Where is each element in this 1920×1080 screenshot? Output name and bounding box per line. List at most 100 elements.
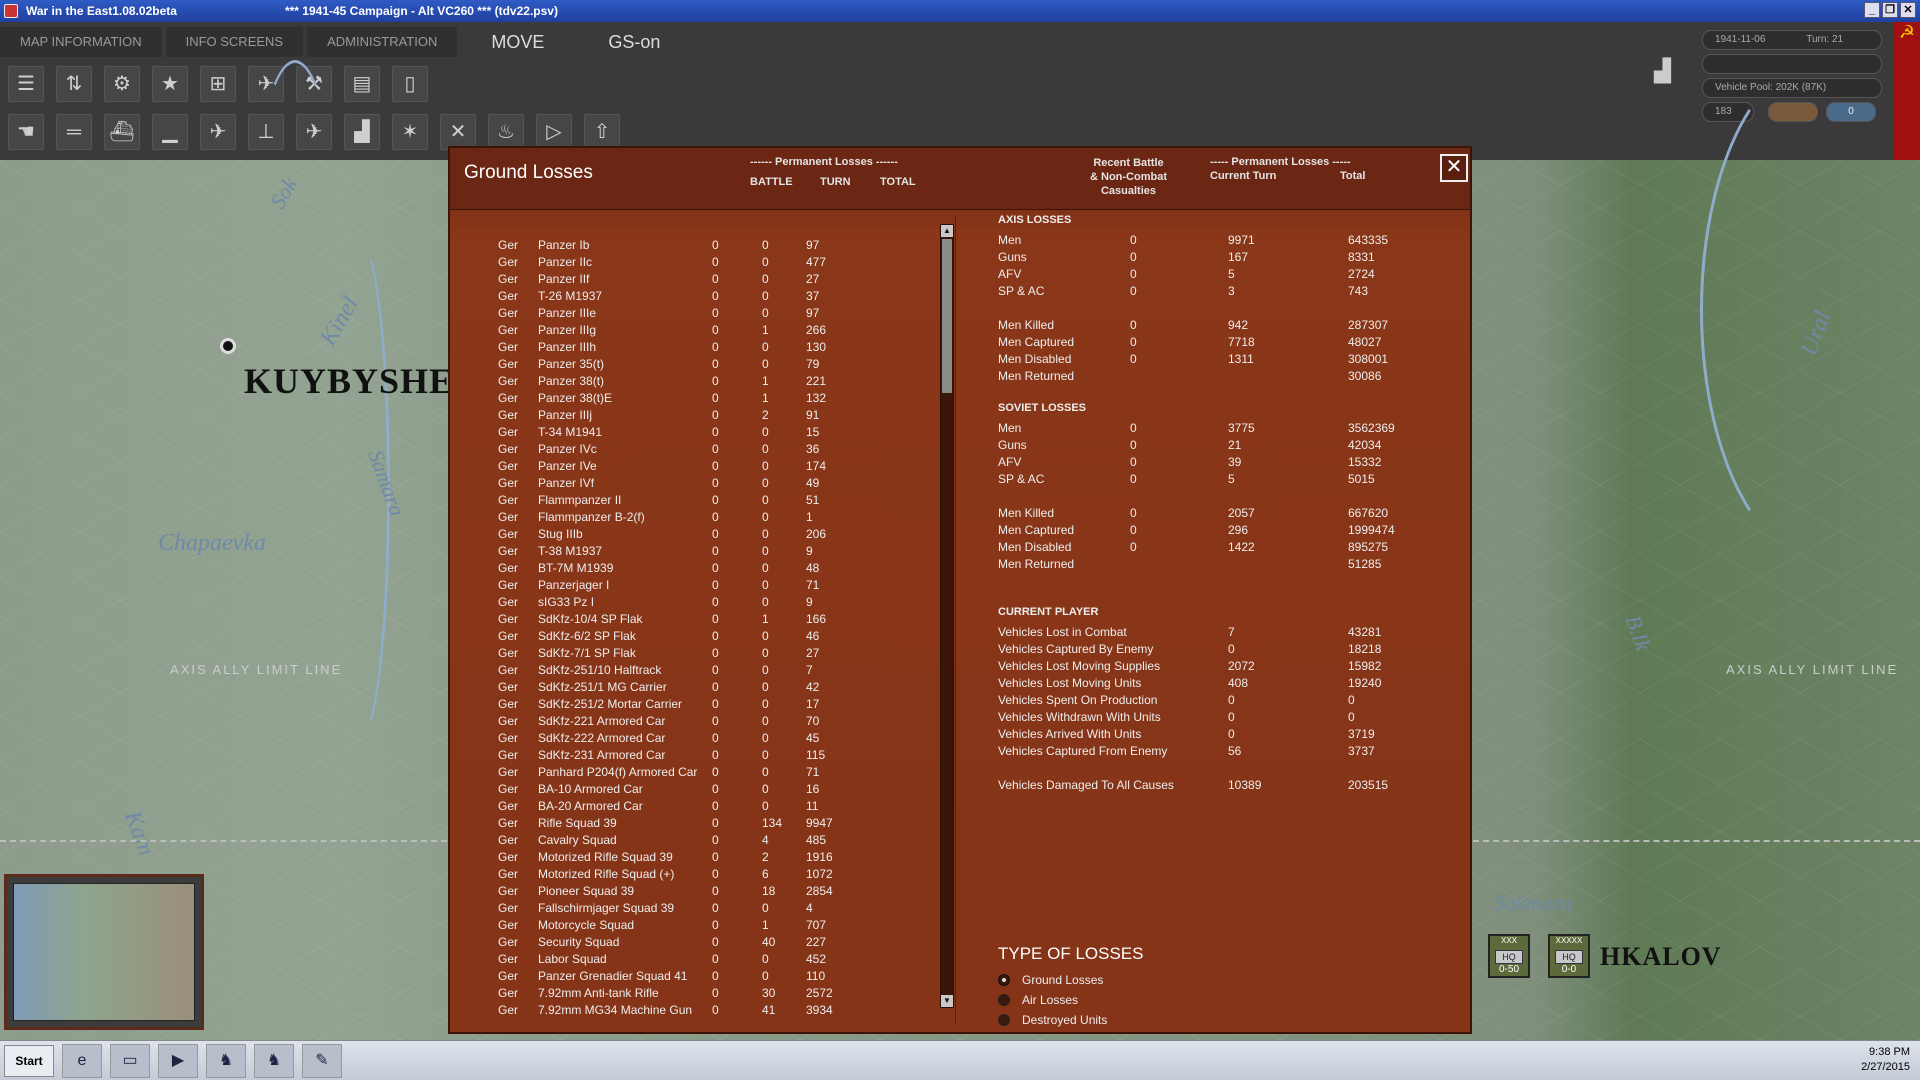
table-row[interactable]: Ger Pioneer Squad 39 0 18 2854 xyxy=(456,884,936,901)
f2-train-icon[interactable]: ═ xyxy=(56,114,92,150)
table-row[interactable]: Ger Stug IIIb 0 0 206 xyxy=(456,527,936,544)
scroll-thumb[interactable] xyxy=(942,239,952,393)
table-row[interactable]: Ger Panzer 38(t) 0 1 221 xyxy=(456,374,936,391)
f8-factory-icon[interactable]: ▟ xyxy=(344,114,380,150)
game-taskbar-icon[interactable]: ♞ xyxy=(254,1043,294,1078)
table-row[interactable]: Ger Panzer IIIg 0 1 266 xyxy=(456,323,936,340)
stat-row: Guns 0 21 42034 xyxy=(998,438,1418,455)
game-taskbar-icon[interactable]: ♞ xyxy=(206,1043,246,1078)
table-row[interactable]: Ger Panzer IVf 0 0 49 xyxy=(456,476,936,493)
menu-info-screens[interactable]: INFO SCREENS xyxy=(165,27,304,57)
table-row[interactable]: Ger SdKfz-7/1 SP Flak 0 0 27 xyxy=(456,646,936,663)
radar-icon[interactable]: ⊞ xyxy=(200,66,236,102)
table-row[interactable]: Ger Fallschirmjager Squad 39 0 0 4 xyxy=(456,901,936,918)
menu-map-information[interactable]: MAP INFORMATION xyxy=(0,27,162,57)
scrollbar[interactable]: ▲ ▼ xyxy=(940,224,954,1008)
table-row[interactable]: Ger 7.92mm Anti-tank Rifle 0 30 2572 xyxy=(456,986,936,1003)
table-row[interactable]: Ger SdKfz-10/4 SP Flak 0 1 166 xyxy=(456,612,936,629)
table-row[interactable]: Ger SdKfz-6/2 SP Flak 0 0 46 xyxy=(456,629,936,646)
table-row[interactable]: Ger Flammpanzer II 0 0 51 xyxy=(456,493,936,510)
f3-ship-icon[interactable]: ⛴ xyxy=(104,114,140,150)
stack-icon[interactable]: ☰ xyxy=(8,66,44,102)
close-dialog-button[interactable]: ✕ xyxy=(1440,154,1468,182)
table-row[interactable]: Ger 7.92mm MG34 Machine Gun 0 41 3934 xyxy=(456,1003,936,1020)
table-row[interactable]: Ger Panzer IIIj 0 2 91 xyxy=(456,408,936,425)
upload-icon[interactable]: ⇧ xyxy=(584,114,620,150)
table-row[interactable]: Ger Security Squad 0 40 227 xyxy=(456,935,936,952)
start-button[interactable]: Start xyxy=(4,1044,54,1077)
folder-icon[interactable]: ▭ xyxy=(110,1043,150,1078)
minimap-view[interactable] xyxy=(13,883,195,1021)
table-row[interactable]: Ger Cavalry Squad 0 4 485 xyxy=(456,833,936,850)
restore-button[interactable]: ❐ xyxy=(1882,2,1898,18)
table-row[interactable]: Ger sIG33 Pz I 0 0 9 xyxy=(456,595,936,612)
hq-unit-counter[interactable]: XXX HQ 0-50 xyxy=(1488,934,1530,978)
unit-name-cell: Panzer IIc xyxy=(538,255,593,269)
f4-sea-icon[interactable]: ▁ xyxy=(152,114,188,150)
table-row[interactable]: Ger Motorized Rifle Squad 39 0 2 1916 xyxy=(456,850,936,867)
table-row[interactable]: Ger T-26 M1937 0 0 37 xyxy=(456,289,936,306)
table-row[interactable]: Ger BA-20 Armored Car 0 0 11 xyxy=(456,799,936,816)
radio-icon[interactable] xyxy=(998,1014,1010,1026)
table-row[interactable]: Ger Panhard P204(f) Armored Car 0 0 71 xyxy=(456,765,936,782)
paint-icon[interactable]: ✎ xyxy=(302,1043,342,1078)
table-row[interactable]: Ger Motorcycle Squad 0 1 707 xyxy=(456,918,936,935)
table-row[interactable]: Ger SdKfz-251/2 Mortar Carrier 0 0 17 xyxy=(456,697,936,714)
minimap[interactable] xyxy=(4,874,204,1030)
table-row[interactable]: Ger Panzer Grenadier Squad 41 0 0 110 xyxy=(456,969,936,986)
table-row[interactable]: Ger Panzer IIIh 0 0 130 xyxy=(456,340,936,357)
browser-icon[interactable]: e xyxy=(62,1043,102,1078)
menu-administration[interactable]: ADMINISTRATION xyxy=(307,27,458,57)
table-row[interactable]: Ger Flammpanzer B-2(f) 0 0 1 xyxy=(456,510,936,527)
radio-destroyed-units[interactable]: Destroyed Units xyxy=(998,1011,1107,1029)
table-row[interactable]: Ger Panzer IVe 0 0 174 xyxy=(456,459,936,476)
table-row[interactable]: Ger SdKfz-251/1 MG Carrier 0 0 42 xyxy=(456,680,936,697)
radio-ground-losses[interactable]: Ground Losses xyxy=(998,971,1103,989)
chart-icon[interactable]: ▟ xyxy=(1654,58,1688,88)
scroll-down-arrow-icon[interactable]: ▼ xyxy=(941,995,953,1007)
units-icon[interactable]: ⇅ xyxy=(56,66,92,102)
table-row[interactable]: Ger BT-7M M1939 0 0 48 xyxy=(456,561,936,578)
table-row[interactable]: Ger Panzer IVc 0 0 36 xyxy=(456,442,936,459)
media-icon[interactable]: ▶ xyxy=(158,1043,198,1078)
recent-value: 0 xyxy=(1130,233,1137,247)
close-window-button[interactable]: ✕ xyxy=(1900,2,1916,18)
f1-hand-icon[interactable]: ☚ xyxy=(8,114,44,150)
hq-symbol: HQ xyxy=(1495,950,1523,964)
minimize-button[interactable]: _ xyxy=(1864,2,1880,18)
gs-toggle-button[interactable]: GS-on xyxy=(578,27,690,57)
table-row[interactable]: Ger T-38 M1937 0 0 9 xyxy=(456,544,936,561)
table-row[interactable]: Ger SdKfz-231 Armored Car 0 0 115 xyxy=(456,748,936,765)
table-row[interactable]: Ger Rifle Squad 39 0 134 9947 xyxy=(456,816,936,833)
table-row[interactable]: Ger Panzer 38(t)E 0 1 132 xyxy=(456,391,936,408)
f10-recon-icon[interactable]: ✕ xyxy=(440,114,476,150)
f11-fire-icon[interactable]: ♨ xyxy=(488,114,524,150)
table-row[interactable]: Ger Labor Squad 0 0 452 xyxy=(456,952,936,969)
table-row[interactable]: Ger Panzer IIc 0 0 477 xyxy=(456,255,936,272)
table-row[interactable]: Ger BA-10 Armored Car 0 0 16 xyxy=(456,782,936,799)
table-row[interactable]: Ger Panzer IIIe 0 0 97 xyxy=(456,306,936,323)
table-row[interactable]: Ger Panzer 35(t) 0 0 79 xyxy=(456,357,936,374)
radio-selected-icon[interactable] xyxy=(998,974,1010,986)
table-row[interactable]: Ger T-34 M1941 0 0 15 xyxy=(456,425,936,442)
table-row[interactable]: Ger Motorized Rifle Squad (+) 0 6 1072 xyxy=(456,867,936,884)
table-row[interactable]: Ger Panzer IIf 0 0 27 xyxy=(456,272,936,289)
hq-unit-counter[interactable]: XXXXX HQ 0-0 xyxy=(1548,934,1590,978)
f5-air-icon[interactable]: ✈ xyxy=(200,114,236,150)
city-marker[interactable] xyxy=(220,338,236,354)
table-row[interactable]: Ger Panzer Ib 0 0 97 xyxy=(456,238,936,255)
scroll-up-arrow-icon[interactable]: ▲ xyxy=(941,225,953,237)
mode-move-button[interactable]: MOVE xyxy=(461,27,574,57)
star-icon[interactable]: ★ xyxy=(152,66,188,102)
table-row[interactable]: Ger SdKfz-221 Armored Car 0 0 70 xyxy=(456,714,936,731)
supply-icon[interactable]: ▯ xyxy=(392,66,428,102)
f12-play-icon[interactable]: ▷ xyxy=(536,114,572,150)
f9-bomb-icon[interactable]: ✶ xyxy=(392,114,428,150)
gear-icon[interactable]: ⚙ xyxy=(104,66,140,102)
table-row[interactable]: Ger SdKfz-222 Armored Car 0 0 45 xyxy=(456,731,936,748)
table-row[interactable]: Ger SdKfz-251/10 Halftrack 0 0 7 xyxy=(456,663,936,680)
radio-air-losses[interactable]: Air Losses xyxy=(998,991,1078,1009)
fuel-icon[interactable]: ▤ xyxy=(344,66,380,102)
radio-icon[interactable] xyxy=(998,994,1010,1006)
table-row[interactable]: Ger Panzerjager I 0 0 71 xyxy=(456,578,936,595)
